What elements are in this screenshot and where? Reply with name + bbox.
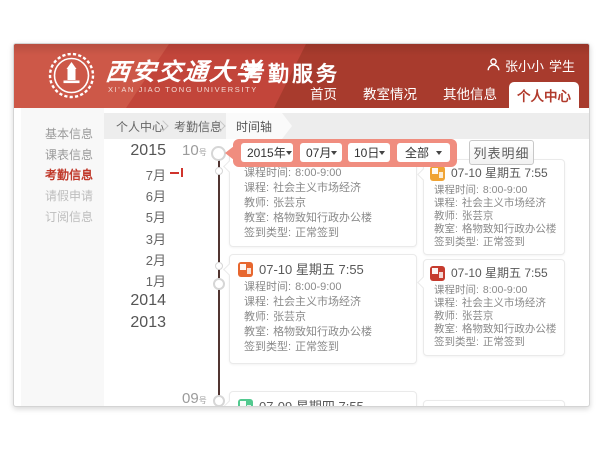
list-detail-button[interactable]: 列表明细 [469,140,534,165]
axis-month-1[interactable]: 1月 [106,271,166,290]
breadcrumb: 个人中心 考勤信息 时间轴 [104,113,589,139]
axis-year-2013[interactable]: 2013 [106,314,166,332]
university-name-en: XI'AN JIAO TONG UNIVERSITY [108,85,258,94]
app-header: 西安交通大学 XI'AN JIAO TONG UNIVERSITY 考勤服务 张… [14,44,589,108]
timeline-node [215,167,223,175]
card-date: 07-09 星期四 7:55 [259,399,364,407]
type-dropdown[interactable]: 全部 [397,143,450,162]
card-date: 07-10 星期五 7:55 [451,266,548,281]
caret-down-icon [436,151,442,155]
timeline-node [211,146,226,161]
axis-month-5[interactable]: 5月 [106,207,166,226]
attendance-card [423,400,565,407]
sidebar-item-leave-request[interactable]: 请假申请 [45,187,93,204]
current-month-marker [170,168,183,177]
user-info[interactable]: 张小小 学生 [487,56,575,75]
date-filter-bar: 2015年 07月 10日 全部 [233,139,457,167]
sidebar-item-schedule-info[interactable]: 课表信息 [45,146,93,163]
timeline-node [213,395,225,407]
card-date: 07-10 星期五 7:55 [451,166,548,181]
axis-month-3[interactable]: 3月 [106,229,166,248]
sidebar: 基本信息 课表信息 考勤信息 请假申请 订阅信息 [21,108,104,406]
day-dropdown[interactable]: 10日 [348,143,390,162]
axis-month-6[interactable]: 6月 [106,186,166,205]
user-icon [487,58,500,74]
sidebar-item-subscription-info[interactable]: 订阅信息 [45,208,93,225]
stamp-red-icon [430,266,445,281]
stamp-green-icon [238,399,253,407]
top-nav: 首页 教室情况 其他信息 [310,83,497,103]
card-date: 07-10 星期五 7:55 [259,262,364,277]
app-window: 西安交通大学 XI'AN JIAO TONG UNIVERSITY 考勤服务 张… [13,43,590,407]
month-dropdown[interactable]: 07月 [300,143,342,162]
timeline-node [213,278,225,290]
university-logo-icon [48,52,95,99]
timeline-node [215,262,223,270]
attendance-card: 07-09 星期四 7:55 [229,391,417,407]
attendance-card: 07-10 星期五 7:55 课程时间:8:00-9:00 课程:社会主义市场经… [423,159,565,255]
nav-item-other-info[interactable]: 其他信息 [443,83,497,103]
sidebar-item-attendance-info[interactable]: 考勤信息 [45,166,93,183]
axis-month-7[interactable]: 7月 [106,165,166,184]
nav-item-classrooms[interactable]: 教室情况 [363,83,417,103]
day-marker-10: 10号 [182,142,207,159]
screen: 西安交通大学 XI'AN JIAO TONG UNIVERSITY 考勤服务 张… [0,0,600,450]
axis-year-2015[interactable]: 2015 [106,142,166,160]
university-name-cn: 西安交通大学 [104,52,264,87]
user-name: 张小小 [505,56,544,75]
caret-down-icon [286,151,292,155]
nav-item-home[interactable]: 首页 [310,83,337,103]
day-marker-09: 09号 [182,390,207,407]
nav-item-personal-center[interactable]: 个人中心 [509,82,579,108]
axis-year-2014[interactable]: 2014 [106,292,166,310]
caret-down-icon [331,151,337,155]
stamp-orange-icon [238,262,253,277]
caret-down-icon [379,151,385,155]
attendance-card: 07-10 星期五 7:55 课程时间:8:00-9:00 课程:社会主义市场经… [423,259,565,356]
breadcrumb-item-timeline[interactable]: 时间轴 [226,113,292,139]
user-role: 学生 [549,56,575,75]
sidebar-item-basic-info[interactable]: 基本信息 [45,125,93,142]
axis-month-2[interactable]: 2月 [106,250,166,269]
attendance-card: 07-10 星期五 7:55 课程时间:8:00-9:00 课程:社会主义市场经… [229,254,417,364]
year-dropdown[interactable]: 2015年 [241,143,293,162]
stamp-yellow-icon [430,166,445,181]
